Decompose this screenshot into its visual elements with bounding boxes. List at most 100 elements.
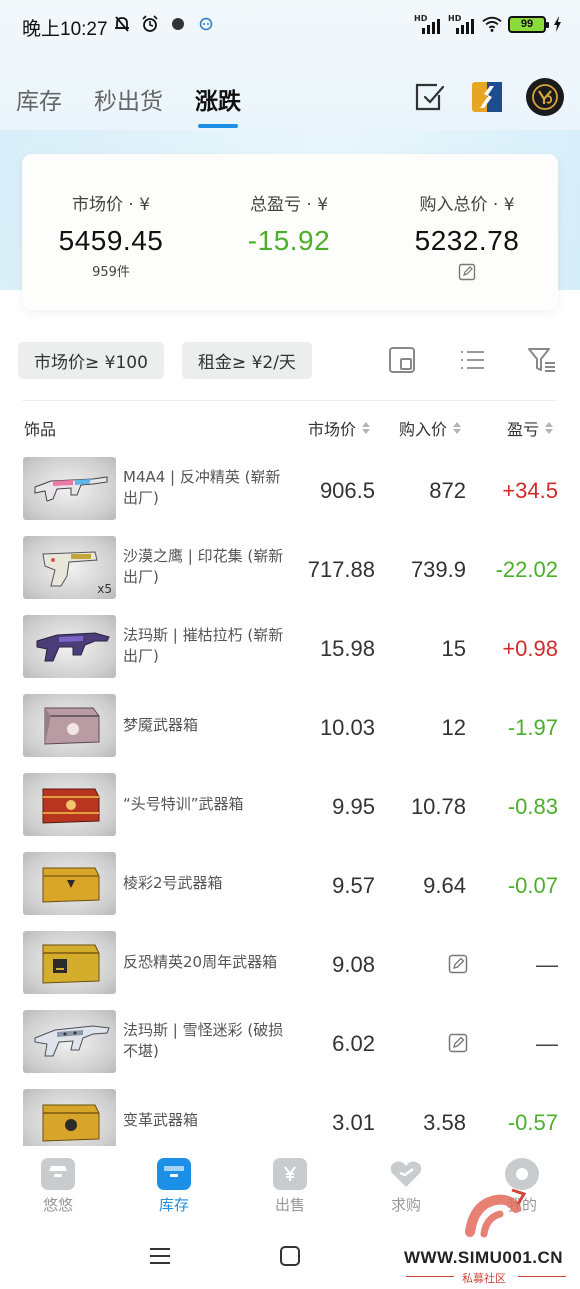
- market-price: 9.95: [332, 794, 375, 819]
- watermark-line: [406, 1276, 454, 1277]
- summary-market: 市场价 · ¥ 5459.45 959件: [22, 190, 200, 280]
- nav-inventory[interactable]: 库存: [116, 1146, 232, 1216]
- avatar[interactable]: [526, 78, 564, 116]
- cs-game-button[interactable]: [468, 78, 506, 116]
- item-thumbnail: [23, 1010, 116, 1073]
- market-price: 6.02: [332, 1031, 375, 1056]
- edit-icon: [448, 1033, 468, 1053]
- sort-icon: [362, 422, 371, 434]
- status-system-icons: HD HD 99: [414, 14, 562, 34]
- sort-icon: [453, 422, 462, 434]
- sort-icon: [545, 422, 554, 434]
- battery-icon: 99: [508, 15, 549, 33]
- home-button[interactable]: [278, 1244, 302, 1268]
- item-name: 变革武器箱: [123, 1111, 199, 1129]
- cs-logo-icon: [472, 82, 502, 112]
- item-thumbnail: [23, 852, 116, 915]
- filter-market-price[interactable]: 市场价≥ ¥100: [18, 342, 164, 379]
- weapon-case-icon: [42, 867, 100, 903]
- table-row[interactable]: 法玛斯 | 雪怪迷彩 (破损不堪) 6.02 —: [0, 1003, 580, 1082]
- item-name: 法玛斯 | 雪怪迷彩 (破损不堪): [123, 1021, 284, 1060]
- market-price: 906.5: [319, 478, 375, 503]
- inventory-box-icon: [157, 1158, 191, 1190]
- item-thumbnail: [23, 694, 116, 757]
- item-count: 959件: [92, 265, 130, 280]
- tab-inventory[interactable]: 库存: [16, 82, 62, 116]
- menu-button[interactable]: [148, 1244, 172, 1268]
- market-price: 3.01: [332, 1110, 375, 1135]
- col-buy-sort[interactable]: 购入价: [399, 416, 462, 440]
- pnl-value: -0.57: [507, 1110, 558, 1135]
- filter-rent[interactable]: 租金≥ ¥2/天: [181, 342, 312, 379]
- table-row[interactable]: 法玛斯 | 摧枯拉朽 (崭新出厂) 15.98 15 +0.98: [0, 608, 580, 687]
- store-icon: [41, 1158, 75, 1190]
- edit-purchase-button[interactable]: [378, 263, 556, 281]
- table-row[interactable]: M4A4 | 反冲精英 (崭新出厂) 906.5 872 +34.5: [0, 450, 580, 529]
- purchase-price: 15: [441, 636, 466, 661]
- item-name: 棱彩2号武器箱: [123, 874, 223, 892]
- rifle-icon: [36, 632, 110, 662]
- item-thumbnail: [23, 773, 116, 836]
- weapon-case-icon: [44, 707, 100, 745]
- watermark-subtitle: 私募社区: [462, 1272, 506, 1285]
- top-tabs: 库存 秒出货 涨跌: [16, 82, 241, 128]
- table-row[interactable]: 棱彩2号武器箱 9.57 9.64 -0.07: [0, 845, 580, 924]
- hamburger-icon: [150, 1248, 170, 1264]
- market-price: 9.57: [332, 873, 375, 898]
- weapon-case-icon: [42, 1104, 100, 1142]
- quantity-badge: x5: [97, 582, 112, 596]
- grid-view-button[interactable]: [386, 344, 418, 376]
- header-actions: [410, 78, 564, 116]
- rifle-icon: [34, 476, 108, 502]
- item-thumbnail: [23, 1089, 116, 1146]
- watermark-url: WWW.SIMU001.CN: [404, 1248, 564, 1267]
- filter-button[interactable]: [526, 344, 558, 376]
- edit-icon: [458, 263, 476, 281]
- nav-sell[interactable]: 出售: [232, 1146, 348, 1216]
- list-view-button[interactable]: [456, 344, 488, 376]
- pnl-value: —: [536, 1031, 558, 1056]
- edit-purchase-price-button[interactable]: [448, 954, 468, 978]
- table-row[interactable]: 变革武器箱 3.01 3.58 -0.57: [0, 1082, 580, 1146]
- checkbox-select-icon: [415, 83, 445, 111]
- purchase-price: 12: [441, 715, 466, 740]
- app-dot-icon: [168, 14, 188, 34]
- chat-bubble-icon: [196, 14, 216, 34]
- weapon-case-icon: [42, 944, 100, 984]
- col-market-sort[interactable]: 市场价: [308, 416, 371, 440]
- market-price: 9.08: [332, 952, 375, 977]
- table-row[interactable]: x5 沙漠之鹰 | 印花集 (崭新出厂) 717.88 739.9 -22.02: [0, 529, 580, 608]
- summary-purchase: 购入总价 · ¥ 5232.78: [378, 190, 556, 281]
- total-pnl-value: -15.92: [247, 225, 331, 256]
- item-thumbnail: [23, 457, 116, 520]
- tab-quick-sell[interactable]: 秒出货: [94, 82, 163, 116]
- wifi-icon: [482, 14, 502, 34]
- status-bar: 晚上10:27 HD HD 99: [0, 0, 580, 52]
- nav-youyou[interactable]: 悠悠: [0, 1146, 116, 1216]
- pnl-value: —: [536, 952, 558, 977]
- item-thumbnail: x5: [23, 536, 116, 599]
- col-pnl-sort[interactable]: 盈亏: [507, 416, 554, 440]
- item-name: 反恐精英20周年武器箱: [123, 953, 278, 971]
- tab-price-change[interactable]: 涨跌: [195, 82, 241, 128]
- pnl-value: -0.83: [507, 794, 558, 819]
- table-header: 饰品 市场价 购入价 盈亏: [0, 412, 580, 442]
- list-view-icon: [461, 351, 484, 369]
- table-row[interactable]: “头号特训”武器箱 9.95 10.78 -0.83: [0, 766, 580, 845]
- item-name: M4A4 | 反冲精英 (崭新出厂): [123, 468, 281, 507]
- status-notification-icons: [112, 14, 216, 34]
- edit-purchase-price-button[interactable]: [448, 1033, 468, 1057]
- summary-pnl: 总盈亏 · ¥ -15.92: [200, 190, 378, 257]
- purchase-price: 9.64: [423, 873, 466, 898]
- filter-funnel-icon: [528, 348, 555, 372]
- item-list: M4A4 | 反冲精英 (崭新出厂) 906.5 872 +34.5 x5 沙漠…: [0, 450, 580, 1146]
- market-price: 717.88: [307, 557, 375, 582]
- purchase-price: 739.9: [410, 557, 466, 582]
- purchase-total-value: 5232.78: [414, 225, 520, 256]
- table-row[interactable]: 梦魇武器箱 10.03 12 -1.97: [0, 687, 580, 766]
- status-time: 晚上10:27: [22, 19, 108, 40]
- select-button[interactable]: [410, 78, 448, 116]
- view-actions: [386, 344, 558, 376]
- pnl-value: -0.07: [507, 873, 558, 898]
- table-row[interactable]: 反恐精英20周年武器箱 9.08 —: [0, 924, 580, 1003]
